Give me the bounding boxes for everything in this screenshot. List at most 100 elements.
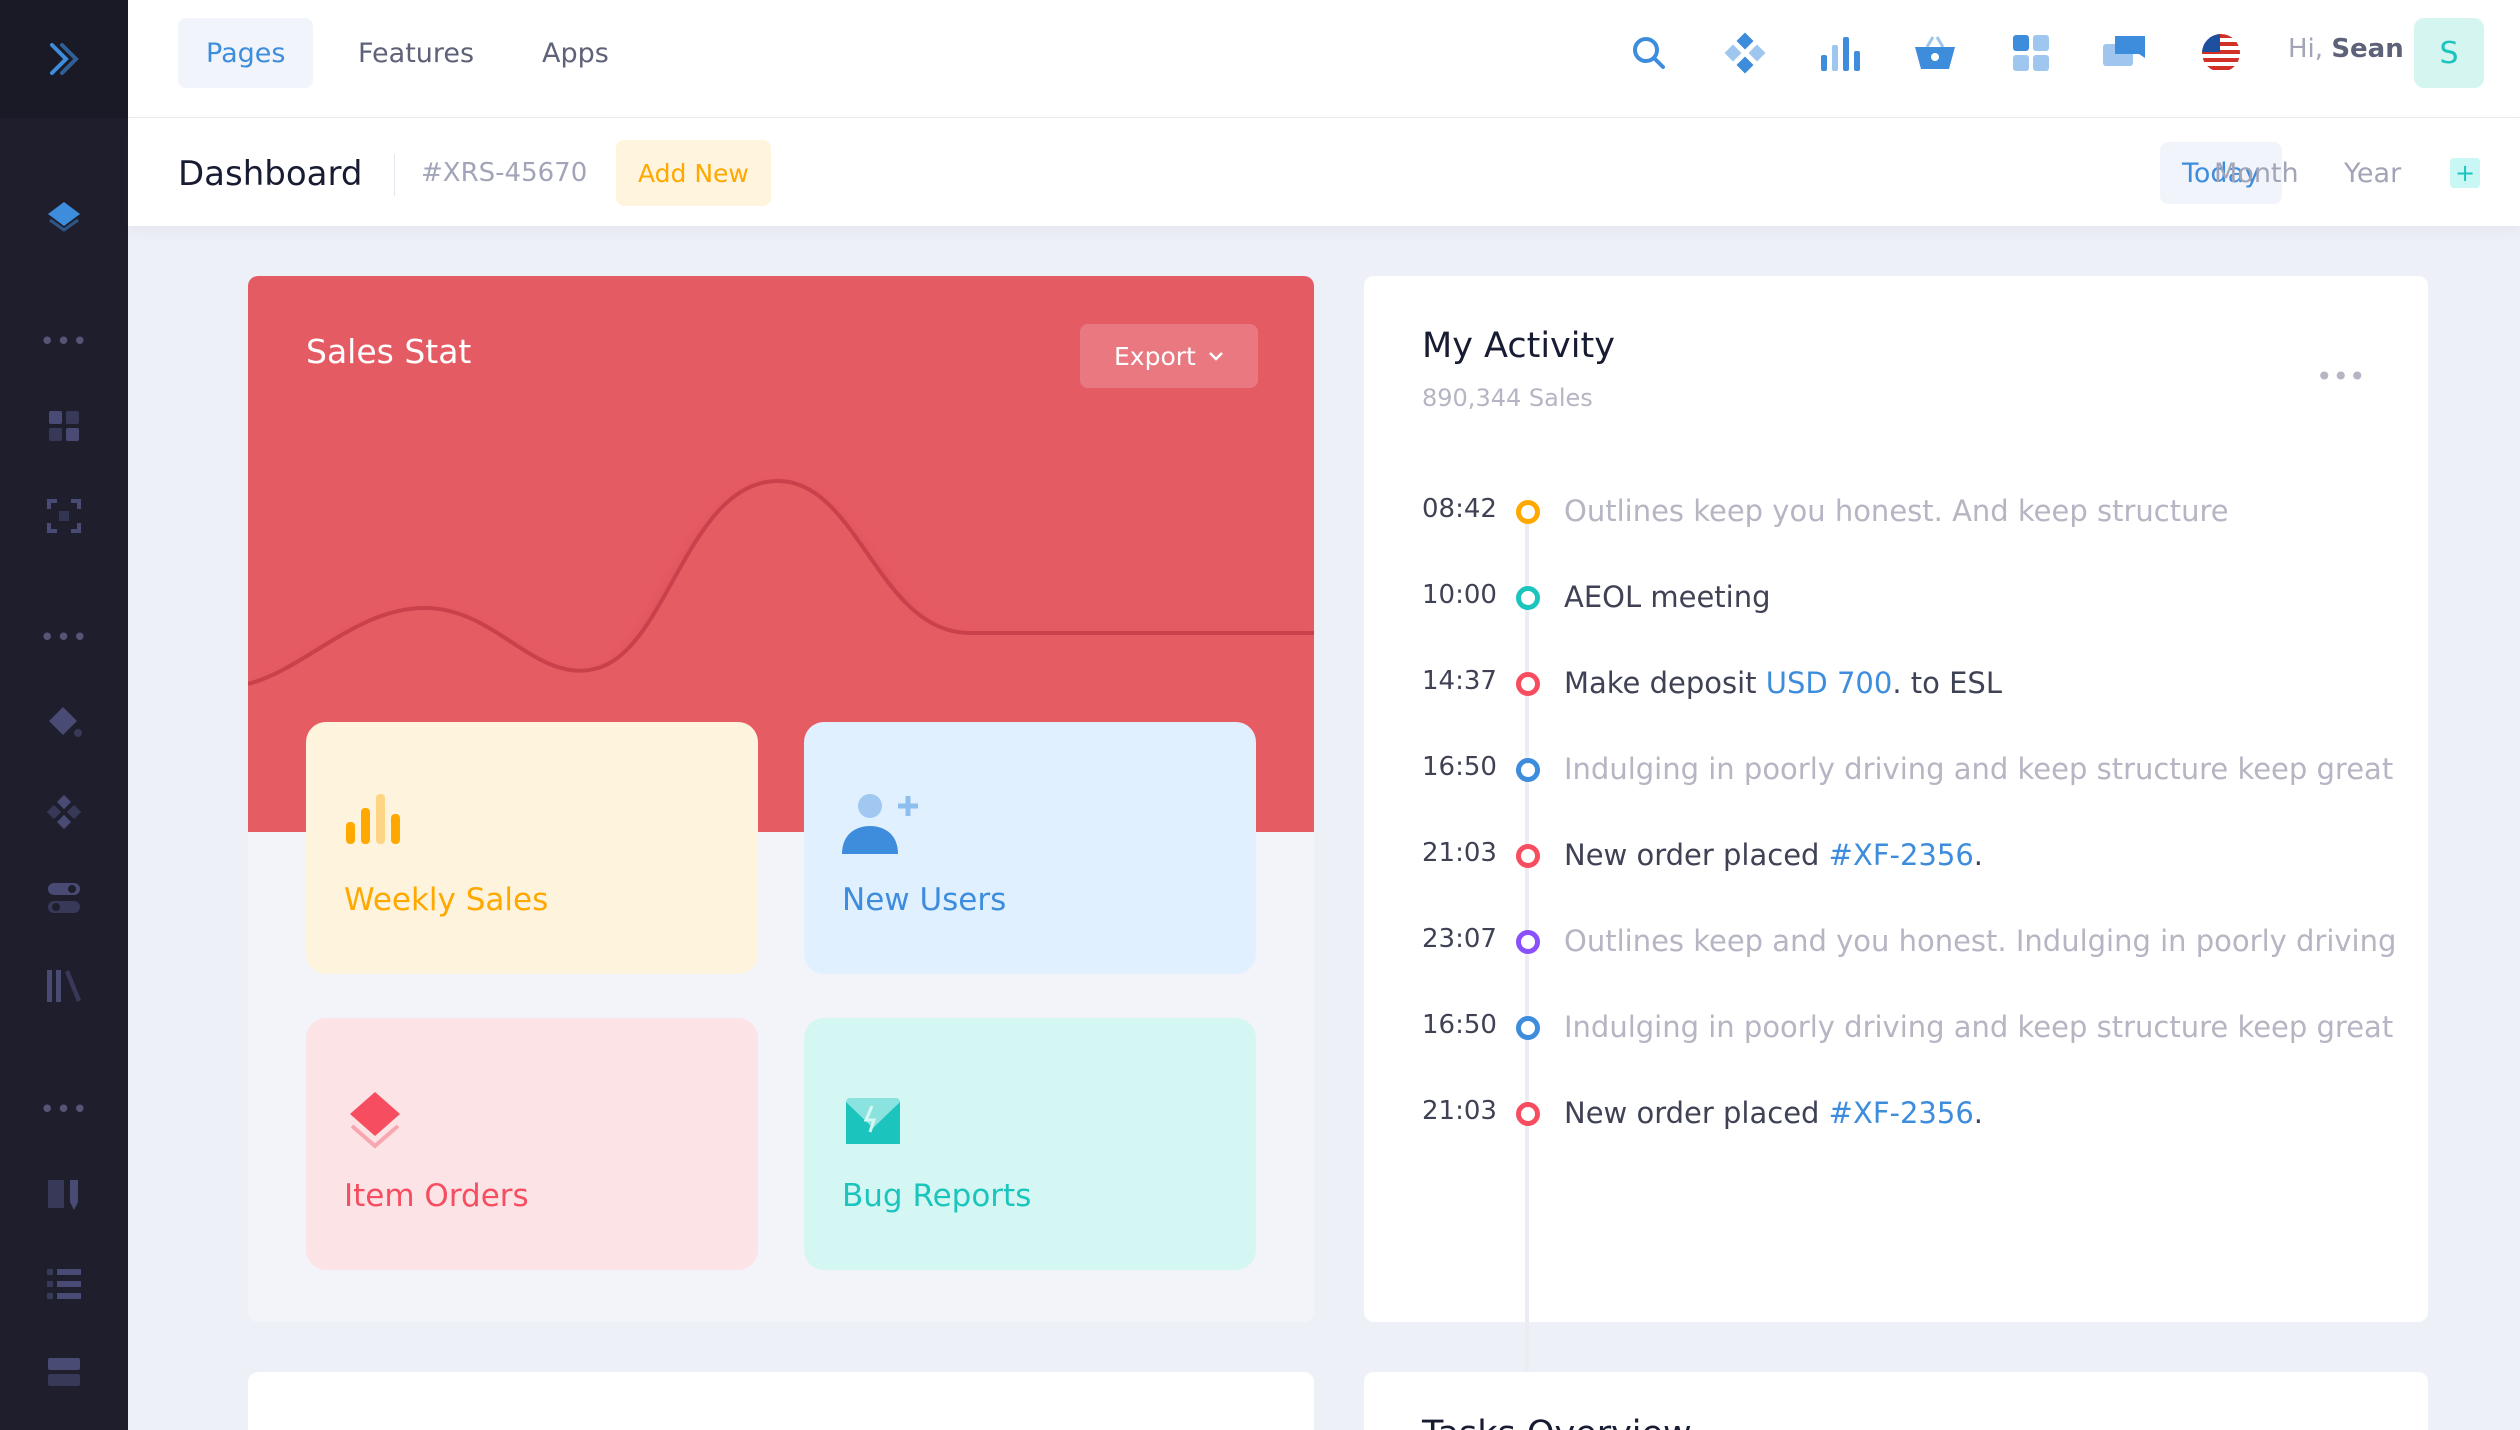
quick-add-icon[interactable]: + bbox=[2450, 158, 2480, 188]
divider bbox=[394, 154, 395, 196]
sidebar-item-layout[interactable] bbox=[0, 486, 128, 546]
sidebar-item-list[interactable] bbox=[0, 1254, 128, 1314]
toggle-icon bbox=[48, 883, 80, 913]
timeline-text-part: Outlines keep you honest. And keep struc… bbox=[1564, 494, 2229, 528]
tile-label: New Users bbox=[842, 882, 1007, 918]
sidebar-item-components[interactable] bbox=[0, 782, 128, 842]
timeline-item: 14:37 Make deposit USD 700. to ESL bbox=[1422, 662, 2402, 702]
add-user-icon bbox=[842, 794, 918, 854]
sales-stat-title: Sales Stat bbox=[306, 332, 472, 371]
tile-weekly-sales[interactable]: Weekly Sales bbox=[306, 722, 758, 974]
timeline-item: 10:00 AEOL meeting bbox=[1422, 576, 2402, 616]
double-chevron-right-icon bbox=[50, 43, 79, 75]
apps-grid-icon[interactable] bbox=[2004, 26, 2058, 80]
activity-subtitle: 890,344 Sales bbox=[1422, 384, 1593, 412]
timeline-link[interactable]: USD 700 bbox=[1766, 666, 1893, 700]
puzzle-icon[interactable] bbox=[1718, 26, 1772, 80]
range-year-button[interactable]: Year bbox=[2322, 142, 2423, 204]
tile-label: Item Orders bbox=[344, 1178, 529, 1214]
paint-bucket-icon bbox=[49, 707, 82, 737]
tile-new-users[interactable]: New Users bbox=[804, 722, 1256, 974]
page-title: Dashboard bbox=[178, 154, 363, 194]
sidebar-item-stack[interactable] bbox=[0, 1342, 128, 1402]
timeline-text: Indulging in poorly driving and keep str… bbox=[1564, 752, 2393, 786]
stack-icon bbox=[48, 1358, 80, 1386]
timeline-text-part: New order placed bbox=[1564, 1096, 1829, 1130]
frame-icon bbox=[47, 499, 81, 533]
bar-chart-icon[interactable] bbox=[1814, 26, 1868, 80]
timeline-time: 21:03 bbox=[1422, 1096, 1497, 1126]
sidebar-item-dashboard[interactable] bbox=[0, 188, 128, 248]
tile-item-orders[interactable]: Item Orders bbox=[306, 1018, 758, 1270]
sidebar-item-widgets[interactable] bbox=[0, 396, 128, 456]
timeline-dot-icon bbox=[1516, 1102, 1540, 1126]
timeline-item: 16:50 Indulging in poorly driving and kee… bbox=[1422, 748, 2402, 788]
sidebar-item-themes[interactable] bbox=[0, 692, 128, 752]
timeline-link[interactable]: #XF-2356 bbox=[1829, 838, 1974, 872]
nav-tab-pages[interactable]: Pages bbox=[178, 18, 314, 88]
timeline-text-part: Indulging in poorly driving and keep str… bbox=[1564, 752, 2394, 786]
layers-icon bbox=[350, 1092, 400, 1149]
sidebar-section-dots: ••• bbox=[39, 1095, 89, 1125]
timeline-dot-icon bbox=[1516, 672, 1540, 696]
timeline-dot-icon bbox=[1516, 500, 1540, 524]
more-options-icon[interactable]: ••• bbox=[2316, 360, 2366, 393]
timeline-line bbox=[1525, 514, 1529, 1410]
timeline-time: 14:37 bbox=[1422, 666, 1497, 696]
timeline-text-part: Make deposit bbox=[1564, 666, 1766, 700]
timeline-text: Make deposit USD 700. to ESL bbox=[1564, 666, 2002, 700]
tile-bug-reports[interactable]: Bug Reports bbox=[804, 1018, 1256, 1270]
user-greeting[interactable]: Hi, Sean bbox=[2288, 34, 2404, 64]
sidebar-item-library[interactable] bbox=[0, 956, 128, 1016]
pen-ruler-icon bbox=[48, 1180, 78, 1210]
tile-label: Bug Reports bbox=[842, 1178, 1032, 1214]
diamond-grid-icon bbox=[47, 795, 81, 829]
sidebar-item-edit[interactable] bbox=[0, 1164, 128, 1224]
timeline-text-part: Outlines keep and you honest. Indulging … bbox=[1564, 924, 2397, 958]
timeline-dot-icon bbox=[1516, 1016, 1540, 1040]
timeline-time: 23:07 bbox=[1422, 924, 1497, 954]
nav-tab-apps[interactable]: Apps bbox=[514, 18, 637, 88]
list-icon bbox=[47, 1269, 81, 1299]
timeline-text-part: . bbox=[1973, 1096, 1984, 1130]
chevron-down-icon bbox=[1208, 352, 1223, 361]
timeline-item: 21:03 New order placed #XF-2356. bbox=[1422, 834, 2402, 874]
timeline-dot-icon bbox=[1516, 758, 1540, 782]
user-name: Sean bbox=[2331, 34, 2404, 64]
timeline-text-part: New order placed bbox=[1564, 838, 1829, 872]
timeline-text-part: AEOL meeting bbox=[1564, 580, 1771, 614]
tile-label: Weekly Sales bbox=[344, 882, 549, 918]
sidebar-toggle[interactable] bbox=[0, 0, 128, 118]
top-header: Pages Features Apps Hi, Sean S bbox=[128, 0, 2520, 118]
sidebar-section-dots: ••• bbox=[39, 623, 89, 653]
timeline-item: 16:50 Indulging in poorly driving and kee… bbox=[1422, 1006, 2402, 1046]
timeline-text: New order placed #XF-2356. bbox=[1564, 838, 1983, 872]
timeline-time: 21:03 bbox=[1422, 838, 1497, 868]
sidebar-item-toggles[interactable] bbox=[0, 868, 128, 928]
bar-chart-icon bbox=[346, 794, 400, 844]
basket-icon[interactable] bbox=[1908, 26, 1962, 80]
bottom-left-card bbox=[248, 1372, 1314, 1430]
activity-card: My Activity 890,344 Sales ••• 08:42 Outli… bbox=[1364, 276, 2428, 1410]
export-dropdown-button[interactable]: Export bbox=[1080, 324, 1258, 388]
greeting-prefix: Hi, bbox=[2288, 34, 2324, 64]
language-flag-button[interactable] bbox=[2194, 26, 2248, 80]
avatar[interactable]: S bbox=[2414, 18, 2484, 88]
timeline-text: AEOL meeting bbox=[1564, 580, 1771, 614]
add-new-button[interactable]: Add New bbox=[616, 140, 771, 206]
page-code: #XRS-45670 bbox=[421, 158, 588, 188]
subheader: Dashboard #XRS-45670 Add New Today bbox=[128, 118, 2520, 226]
flag-us-icon bbox=[2202, 34, 2240, 72]
nav-tab-features[interactable]: Features bbox=[330, 18, 502, 88]
timeline-time: 16:50 bbox=[1422, 1010, 1497, 1040]
timeline-item: 23:07 Outlines keep and you honest. Indul… bbox=[1422, 920, 2402, 960]
library-icon bbox=[47, 970, 81, 1002]
timeline-item: 08:42 Outlines keep you honest. And keep … bbox=[1422, 490, 2402, 530]
timeline-time: 08:42 bbox=[1422, 494, 1497, 524]
chat-icon[interactable] bbox=[2098, 26, 2152, 80]
tasks-overview-title: Tasks Overview bbox=[1422, 1414, 1692, 1430]
range-month-button[interactable]: Month bbox=[2192, 142, 2321, 204]
timeline-dot-icon bbox=[1516, 844, 1540, 868]
search-icon[interactable] bbox=[1622, 26, 1676, 80]
timeline-link[interactable]: #XF-2356 bbox=[1829, 1096, 1974, 1130]
